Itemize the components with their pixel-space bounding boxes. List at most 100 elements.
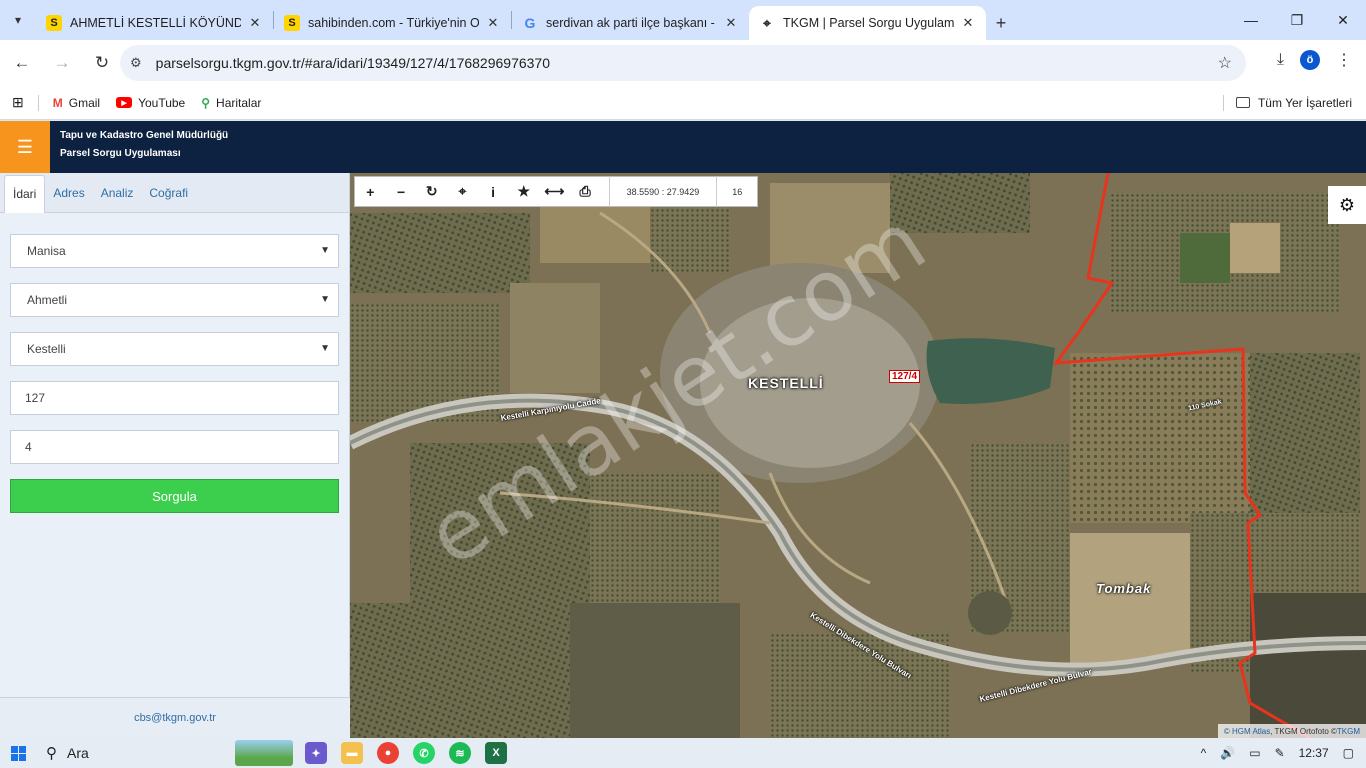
tab-idari[interactable]: İdari <box>4 175 46 213</box>
toolbar-right-tools: ⤓ ö ⋮ <box>1277 50 1352 70</box>
sahibinden-icon: S <box>284 15 300 31</box>
browser-tab-1[interactable]: S AHMETLİ KESTELLİ KÖYÜNDE S ✕ <box>36 6 273 40</box>
widget-thumbnail[interactable] <box>235 740 293 766</box>
org-name: Tapu ve Kadastro Genel Müdürlüğü <box>60 130 229 141</box>
taskbar-apps: ✦ ▬ ● ✆ ≋ X <box>305 742 507 764</box>
bookmark-maps[interactable]: ⚲ Haritalar <box>201 96 261 110</box>
excel-icon[interactable]: X <box>485 742 507 764</box>
bookmark-youtube[interactable]: ▶ YouTube <box>116 96 185 110</box>
attribution-link[interactable]: © HGM Atlas <box>1224 727 1270 736</box>
neighborhood-value: Kestelli <box>27 342 66 356</box>
download-icon[interactable]: ⤓ <box>1277 51 1284 69</box>
tab-title: TKGM | Parsel Sorgu Uygulama <box>783 16 954 30</box>
file-explorer-icon[interactable]: ▬ <box>341 742 363 764</box>
tab-adres[interactable]: Adres <box>45 186 92 212</box>
volume-icon[interactable]: 🔊 <box>1220 746 1235 760</box>
site-settings-icon[interactable]: ⚙ <box>130 55 142 71</box>
gmail-icon: M <box>52 95 63 110</box>
minimize-icon[interactable]: — <box>1228 0 1274 40</box>
forward-arrow-icon[interactable]: → <box>44 45 80 81</box>
district-value: Ahmetli <box>27 293 68 307</box>
tab-analiz[interactable]: Analiz <box>93 186 142 212</box>
close-tab-icon[interactable]: ✕ <box>960 15 976 31</box>
bookmarks-bar: ⊞ M Gmail ▶ YouTube ⚲ Haritalar Tüm Yer … <box>0 86 1366 120</box>
tab-title: AHMETLİ KESTELLİ KÖYÜNDE S <box>70 16 241 30</box>
chevron-down-icon: ▼ <box>320 343 330 354</box>
locate-icon[interactable]: ⌖ <box>447 176 478 207</box>
kebab-menu-icon[interactable]: ⋮ <box>1336 50 1352 70</box>
windows-taskbar: ⚲ Ara ✦ ▬ ● ✆ ≋ X ^ 🔊 ▭ ✎ 12:37 ▢ <box>0 738 1366 768</box>
bookmark-star-icon[interactable]: ★ <box>508 176 539 207</box>
hamburger-menu-icon[interactable]: ☰ <box>0 121 50 173</box>
close-window-icon[interactable]: ✕ <box>1320 0 1366 40</box>
restore-icon[interactable]: ❐ <box>1274 0 1320 40</box>
notification-icon[interactable]: ▢ <box>1343 746 1354 760</box>
block-input[interactable]: 127 <box>10 381 339 415</box>
refresh-icon[interactable]: ↻ <box>416 176 447 207</box>
whatsapp-icon[interactable]: ✆ <box>413 742 435 764</box>
neighborhood-select[interactable]: Kestelli ▼ <box>10 332 339 366</box>
windows-start-icon[interactable] <box>0 745 36 761</box>
browser-tab-2[interactable]: S sahibinden.com - Türkiye'nin O ✕ <box>274 6 511 40</box>
browser-tab-3[interactable]: G serdivan ak parti ilçe başkanı - ✕ <box>512 6 749 40</box>
map-view[interactable]: emlakjet.com KESTELLİ 127/4 Tombak Keste… <box>350 173 1366 738</box>
query-panel: İdari Adres Analiz Coğrafi Manisa ▼ Ahme… <box>0 173 350 738</box>
reload-icon[interactable]: ↻ <box>84 45 120 81</box>
query-button[interactable]: Sorgula <box>10 479 339 513</box>
spotify-icon[interactable]: ≋ <box>449 742 471 764</box>
tab-search-chevron-icon[interactable]: ▾ <box>0 0 36 40</box>
contact-email-link[interactable]: cbs@tkgm.gov.tr <box>0 697 350 738</box>
gear-icon[interactable]: ⚙ <box>1328 186 1366 224</box>
chevron-up-icon[interactable]: ^ <box>1201 746 1207 760</box>
pen-icon[interactable]: ✎ <box>1275 746 1285 760</box>
sahibinden-icon: S <box>46 15 62 31</box>
info-icon[interactable]: i <box>478 176 509 207</box>
new-tab-button[interactable]: + <box>986 6 1016 40</box>
attribution-text: , TKGM Ortofoto © <box>1270 726 1337 736</box>
apps-grid-icon[interactable]: ⊞ <box>12 94 24 111</box>
chevron-down-icon: ▼ <box>320 294 330 305</box>
village-label: KESTELLİ <box>748 375 824 391</box>
google-icon: G <box>524 15 536 31</box>
all-bookmarks-label: Tüm Yer İşaretleri <box>1257 95 1352 110</box>
measure-icon[interactable]: ⟷ <box>539 176 570 207</box>
network-icon[interactable]: ▭ <box>1249 746 1260 760</box>
bookmark-star-icon[interactable]: ☆ <box>1218 53 1232 73</box>
print-icon[interactable]: ⎙ <box>570 176 601 207</box>
zoom-out-icon[interactable]: − <box>386 176 417 207</box>
folder-icon <box>1235 97 1250 108</box>
tab-title: serdivan ak parti ilçe başkanı - <box>546 16 715 30</box>
bookmark-gmail[interactable]: M Gmail <box>53 96 100 110</box>
url-text[interactable]: parselsorgu.tkgm.gov.tr/#ara/idari/19349… <box>156 55 1218 71</box>
bookmark-label: YouTube <box>138 95 186 110</box>
district-select[interactable]: Ahmetli ▼ <box>10 283 339 317</box>
search-label: Ara <box>67 745 89 761</box>
place-label: Tombak <box>1096 581 1152 596</box>
clock-time[interactable]: 12:37 <box>1299 746 1329 760</box>
attribution-link[interactable]: TKGM <box>1337 727 1360 736</box>
taskbar-search[interactable]: ⚲ Ara <box>36 738 236 768</box>
browser-tab-strip: ▾ S AHMETLİ KESTELLİ KÖYÜNDE S ✕ S sahib… <box>0 0 1366 40</box>
address-bar[interactable]: ⚙ parselsorgu.tkgm.gov.tr/#ara/idari/193… <box>120 45 1246 81</box>
tab-cografi[interactable]: Coğrafi <box>141 186 196 212</box>
bookmark-separator <box>1222 94 1224 111</box>
map-pin-icon: ⌖ <box>763 14 771 31</box>
close-tab-icon[interactable]: ✕ <box>485 15 501 31</box>
browser-toolbar: ← → ↻ ⚙ parselsorgu.tkgm.gov.tr/#ara/ida… <box>0 40 1366 86</box>
profile-avatar[interactable]: ö <box>1300 50 1320 70</box>
parcel-label[interactable]: 127/4 <box>889 370 921 383</box>
app-header: ☰ Tapu ve Kadastro Genel Müdürlüğü Parse… <box>0 121 1366 173</box>
parcel-input[interactable]: 4 <box>10 430 339 464</box>
zoom-in-icon[interactable]: + <box>355 176 386 207</box>
youtube-icon: ▶ <box>116 97 133 108</box>
close-tab-icon[interactable]: ✕ <box>723 15 739 31</box>
maps-icon: ⚲ <box>201 95 211 110</box>
all-bookmarks-button[interactable]: Tüm Yer İşaretleri <box>1222 94 1352 111</box>
province-select[interactable]: Manisa ▼ <box>10 234 339 268</box>
back-arrow-icon[interactable]: ← <box>4 45 40 81</box>
browser-tab-4-active[interactable]: ⌖ TKGM | Parsel Sorgu Uygulama ✕ <box>749 6 986 40</box>
chrome-icon[interactable]: ● <box>377 742 399 764</box>
province-value: Manisa <box>27 244 66 258</box>
copilot-icon[interactable]: ✦ <box>305 742 327 764</box>
close-tab-icon[interactable]: ✕ <box>247 15 263 31</box>
